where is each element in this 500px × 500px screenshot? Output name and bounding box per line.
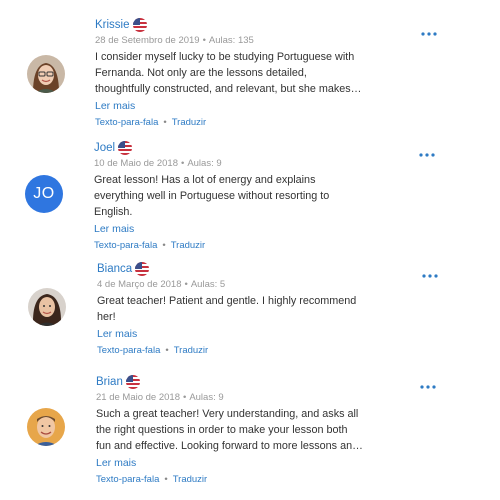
review-text-line: Fernanda. Not only are the lessons detai… [95,67,307,79]
review-text: Great lesson! Has a lot of energy and ex… [94,172,374,220]
read-more-link[interactable]: Ler mais [96,456,376,470]
review-meta: 21 de Maio de 2018 • Aulas: 9 [96,392,376,404]
review-text-line: Great teacher! Patient and gentle. I hig… [97,295,357,307]
review-text-line: Such a great teacher! Very understanding… [96,408,359,420]
meta-separator: • [182,392,187,403]
review-actions: Texto-para-fala • Traduzir [97,345,377,357]
lesson-count: Aulas: 5 [190,279,226,290]
avatar[interactable] [28,288,66,326]
us-flag-icon [132,18,147,32]
review-text-line: I consider myself lucky to be studying P… [95,51,355,63]
review-text-line: Great lesson! Has a lot of energy and ex… [94,174,316,186]
avatar[interactable] [27,408,65,446]
lesson-count: Aulas: 135 [208,35,254,46]
text-to-speech-link[interactable]: Texto-para-fala [95,117,158,128]
review-date: 21 de Maio de 2018 [96,392,180,403]
review-item: JO Joel 10 de Maio de 2018 • Aulas: 9 Grea… [0,135,500,255]
avatar[interactable] [27,55,65,93]
actions-separator: • [163,117,167,128]
actions-separator: • [164,474,168,485]
review-body: Joel 10 de Maio de 2018 • Aulas: 9 Great l… [94,141,374,252]
us-flag-icon [118,141,133,155]
actions-separator: • [162,240,166,251]
review-actions: Texto-para-fala • Traduzir [95,117,375,129]
review-text-line: fun and effective. Looking forward to mo… [96,440,363,452]
meta-separator: • [202,35,206,46]
review-meta: 28 de Setembro de 2019 • Aulas: 135 [95,35,375,47]
review-actions: Texto-para-fala • Traduzir [96,474,376,486]
review-text: I consider myself lucky to be studying P… [95,49,375,97]
us-flag-icon [135,262,150,276]
review-text-line: her! [97,311,116,323]
meta-separator: • [184,279,188,290]
review-meta: 4 de Março de 2018 • Aulas: 5 [97,279,377,291]
review-text-line: the right questions in order to make you… [96,424,348,436]
actions-separator: • [165,345,169,356]
read-more-link[interactable]: Ler mais [97,327,377,341]
more-horizontal-icon[interactable] [418,151,436,159]
reviewer-name[interactable]: Bianca [97,263,132,275]
review-body: Krissie 28 de Setembro de 2019 • Aulas: 13… [95,18,375,129]
reviewer-name[interactable]: Krissie [95,19,130,31]
more-horizontal-icon[interactable] [419,383,437,391]
review-meta: 10 de Maio de 2018 • Aulas: 9 [94,158,374,170]
review-body: Bianca 4 de Março de 2018 • Aulas: 5 Great… [97,262,377,357]
review-text: Great teacher! Patient and gentle. I hig… [97,293,377,325]
read-more-link[interactable]: Ler mais [94,222,374,236]
more-horizontal-icon[interactable] [421,272,439,280]
meta-separator: • [180,158,185,169]
text-to-speech-link[interactable]: Texto-para-fala [96,474,159,485]
review-body: Brian 21 de Maio de 2018 • Aulas: 9 Such a… [96,375,376,486]
more-horizontal-icon[interactable] [420,30,438,38]
review-text-line: everything well in Portuguese without re… [94,190,330,202]
review-item: Krissie 28 de Setembro de 2019 • Aulas: 13… [0,0,500,135]
review-date: 28 de Setembro de 2019 [95,35,200,46]
reviewer-name[interactable]: Brian [96,376,123,388]
review-text-line: English. [94,206,133,218]
avatar[interactable]: JO [25,175,63,213]
translate-link[interactable]: Traduzir [173,474,208,485]
text-to-speech-link[interactable]: Texto-para-fala [97,345,160,356]
review-text: Such a great teacher! Very understanding… [96,406,376,454]
review-item: Brian 21 de Maio de 2018 • Aulas: 9 Such a… [0,370,500,500]
review-item: Bianca 4 de Março de 2018 • Aulas: 5 Great… [0,255,500,370]
read-more-link[interactable]: Ler mais [95,99,375,113]
review-date: 4 de Março de 2018 [97,279,182,290]
lesson-count: Aulas: 9 [189,392,224,403]
us-flag-icon [125,375,140,389]
lesson-count: Aulas: 9 [187,158,222,169]
translate-link[interactable]: Traduzir [174,345,209,356]
translate-link[interactable]: Traduzir [172,117,207,128]
reviewer-name[interactable]: Joel [94,142,115,154]
translate-link[interactable]: Traduzir [171,240,206,251]
review-date: 10 de Maio de 2018 [94,158,178,169]
text-to-speech-link[interactable]: Texto-para-fala [94,240,157,251]
review-text-line: thoughtfully constructed, and relevant, … [95,83,362,95]
review-actions: Texto-para-fala • Traduzir [94,240,374,252]
